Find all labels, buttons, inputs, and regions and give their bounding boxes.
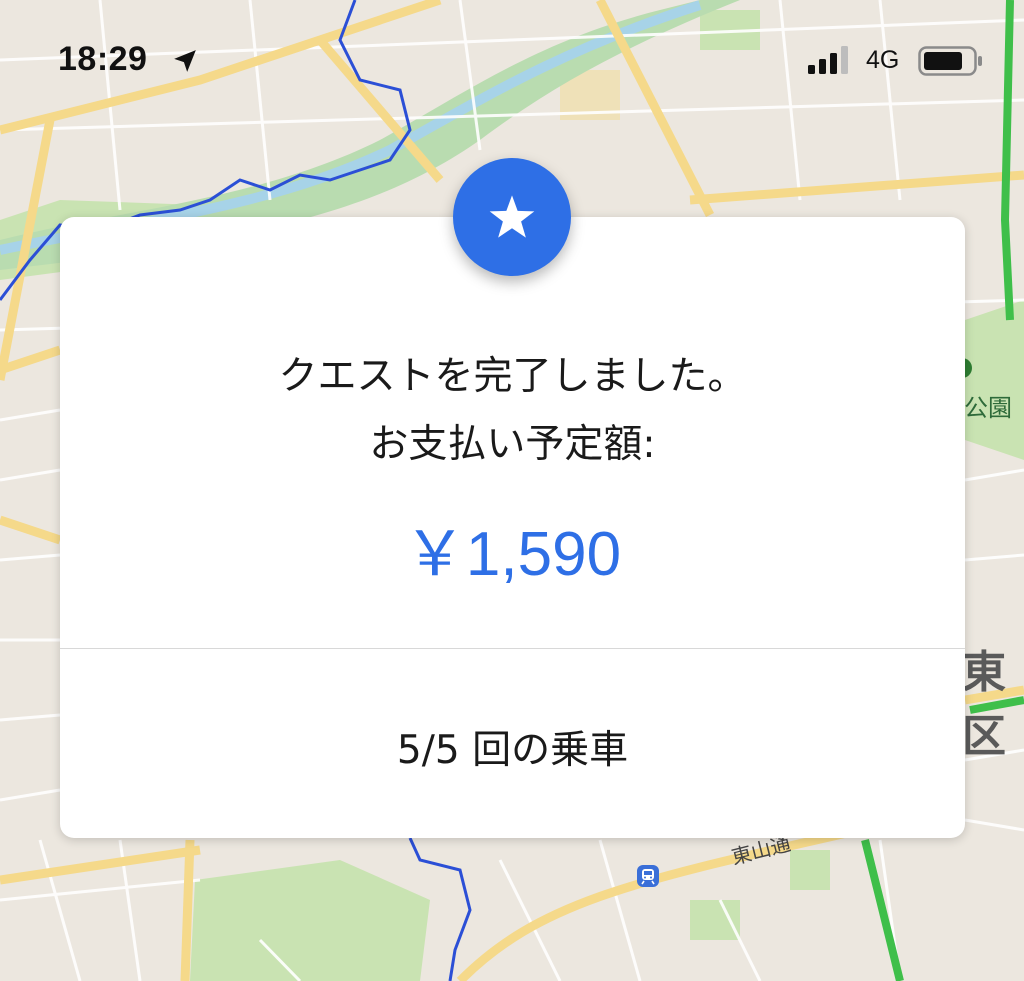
train-station-icon[interactable] <box>636 864 660 888</box>
signal-bars-icon <box>808 46 848 74</box>
status-time: 18:29 <box>58 40 148 78</box>
quest-badge <box>453 158 571 276</box>
map-label-park: 公園 <box>964 394 1012 422</box>
message-payment-label: お支払い予定額: <box>369 422 656 467</box>
location-arrow-icon <box>174 50 196 72</box>
quest-complete-dialog: クエストを完了しました。 お支払い予定額: ￥1,590 5/5 回の乗車 <box>60 217 965 838</box>
message-quest-complete: クエストを完了しました。 <box>278 354 747 399</box>
payment-amount: ￥1,590 <box>403 520 622 589</box>
battery-icon <box>918 46 982 76</box>
network-type: 4G <box>866 46 900 74</box>
status-bar: 18:29 4G <box>0 0 1024 120</box>
divider <box>60 648 965 649</box>
ride-count: 5/5 回の乗車 <box>396 728 629 773</box>
star-icon <box>489 195 535 238</box>
map-label-district: 東区 <box>962 647 1006 762</box>
